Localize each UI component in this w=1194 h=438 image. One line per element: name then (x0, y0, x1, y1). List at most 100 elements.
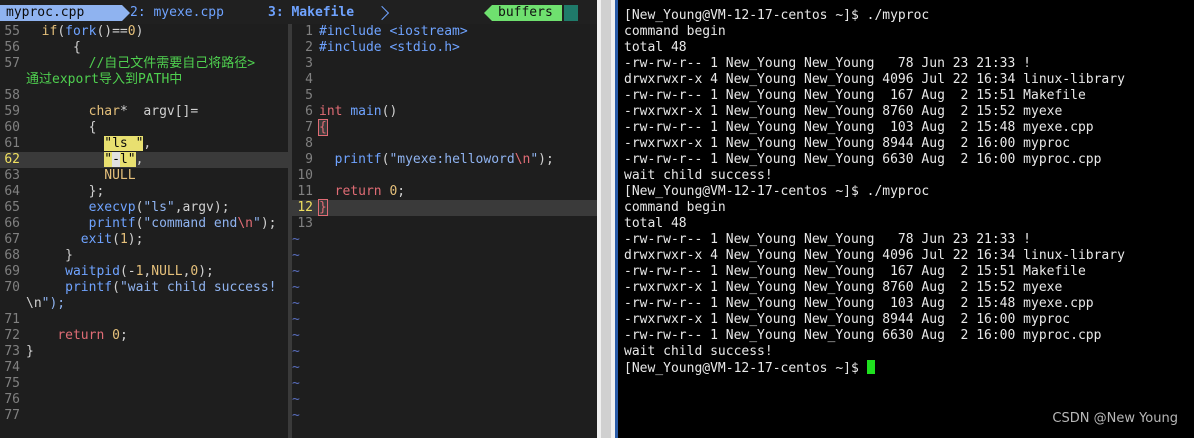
terminal-line: wait child success! (624, 168, 773, 183)
scrollbar[interactable] (601, 0, 611, 438)
empty-line-tilde: ~ (292, 296, 300, 311)
cursor-line-highlight (292, 200, 597, 216)
code-line: 75 (0, 376, 26, 392)
empty-line-tilde: ~ (292, 264, 300, 279)
code-line: 2 #include <stdio.h> (292, 40, 460, 56)
code-text: int main() (319, 104, 398, 119)
code-text: }; (26, 184, 105, 199)
empty-line-tilde: ~ (292, 328, 300, 343)
terminal-prompt[interactable]: [New_Young@VM-12-17-centos ~]$ (624, 360, 875, 376)
code-line: 69 waitpid(-1,NULL,0); (0, 264, 214, 280)
code-line: 55 if(fork()==0) (0, 24, 143, 40)
line-number: 13 (297, 216, 313, 231)
code-text: \n"); (26, 296, 66, 311)
code-line: 57 //自己文件需要自己将路径> (0, 56, 255, 72)
vim-tabline: myproc.cpp 2: myexe.cpp 3: Makefile buff… (0, 0, 597, 24)
line-number: 58 (4, 88, 20, 103)
code-line: 74 (0, 360, 26, 376)
code-line: 61 "ls ", (0, 136, 151, 152)
code-text: waitpid(-1,NULL,0); (65, 264, 214, 279)
line-number: 68 (4, 248, 20, 263)
code-line: 77 (0, 408, 26, 424)
prompt-text: [New_Young@VM-12-17-centos ~]$ (624, 361, 867, 376)
line-number: 59 (4, 104, 20, 119)
line-number: 62 (4, 152, 20, 167)
terminal-line: drwxrwxr-x 4 New_Young New_Young 4096 Ju… (624, 72, 1125, 87)
code-line: 4 (292, 72, 319, 88)
line-number: 7 (305, 120, 313, 135)
code-line: 1 #include <iostream> (292, 24, 468, 40)
code-text: char* argv[]= (88, 104, 199, 119)
empty-line-tilde: ~ (292, 312, 300, 327)
buffers-label[interactable]: buffers (492, 5, 562, 21)
line-number: 61 (4, 136, 20, 151)
terminal-line: -rw-rw-r-- 1 New_Young New_Young 6630 Au… (624, 152, 1102, 167)
line-number: 3 (305, 56, 313, 71)
code-line: \n"); (0, 296, 65, 312)
line-number: 64 (4, 184, 20, 199)
terminal-cursor-icon (866, 360, 875, 374)
terminal-line: total 48 (624, 216, 687, 231)
code-line: 64 }; (0, 184, 104, 200)
line-number: 11 (297, 184, 313, 199)
code-text: return 0; (334, 184, 406, 199)
code-text: { (26, 40, 81, 55)
terminal-line: total 48 (624, 40, 687, 55)
terminal-line: -rw-rw-r-- 1 New_Young New_Young 167 Aug… (624, 88, 1086, 103)
terminal-line: -rwxrwxr-x 1 New_Young New_Young 8760 Au… (624, 104, 1063, 119)
terminal-line: wait child success! (624, 344, 773, 359)
code-text: printf("command end\n"); (88, 216, 277, 231)
terminal-line: -rw-rw-r-- 1 New_Young New_Young 103 Aug… (624, 120, 1094, 135)
code-line: 7{ (292, 119, 328, 136)
code-text: exit(1); (80, 232, 144, 247)
line-number: 63 (4, 168, 20, 183)
code-text: 通过export导入到PATH中 (26, 72, 183, 87)
tab-myproc-cpp[interactable]: myproc.cpp (0, 5, 122, 21)
tab-active-arrow-icon (122, 5, 130, 21)
code-text: { (318, 119, 328, 136)
code-line: 73} (0, 344, 33, 360)
code-line: 71 (0, 312, 26, 328)
tab-makefile[interactable]: 3: Makefile (268, 5, 354, 21)
vim-editor[interactable]: myproc.cpp 2: myexe.cpp 3: Makefile buff… (0, 0, 597, 438)
line-number: 4 (305, 72, 313, 87)
chevron-right-icon (374, 5, 390, 21)
code-line: 11 return 0; (292, 184, 405, 200)
code-line: 60 { (0, 120, 96, 136)
code-text: NULL (104, 168, 136, 183)
terminal-line: command begin (624, 200, 726, 215)
code-line: 65 execvp("ls",argv); (0, 200, 229, 216)
line-number: 8 (305, 136, 313, 151)
empty-line-tilde: ~ (292, 408, 300, 423)
code-line: 10 (292, 168, 319, 184)
code-line: 6 int main() (292, 104, 397, 120)
code-text: } (318, 199, 328, 216)
code-text: //自己文件需要自己将路径> (26, 56, 256, 71)
terminal-line: -rw-rw-r-- 1 New_Young New_Young 167 Aug… (624, 264, 1086, 279)
terminal-line: drwxrwxr-x 4 New_Young New_Young 4096 Ju… (624, 248, 1125, 263)
screen: myproc.cpp 2: myexe.cpp 3: Makefile buff… (0, 0, 1194, 438)
line-number: 56 (4, 40, 20, 55)
empty-line-tilde: ~ (292, 280, 300, 295)
line-number: 75 (4, 376, 20, 391)
code-text: #include <iostream> (319, 24, 468, 39)
empty-line-tilde: ~ (292, 248, 300, 263)
terminal-line: -rw-rw-r-- 1 New_Young New_Young 78 Jun … (624, 56, 1031, 71)
code-line: 9 printf("myexe:helloword\n"); (292, 152, 554, 168)
editor-pane-myexe[interactable]: 1 #include <iostream> 2 #include <stdio.h> 3… (292, 24, 597, 438)
code-text: printf("wait child success! (65, 280, 277, 295)
empty-line-tilde: ~ (292, 376, 300, 391)
terminal-line: -rwxrwxr-x 1 New_Young New_Young 8760 Au… (624, 280, 1063, 295)
line-number: 67 (4, 232, 20, 247)
editor-pane-myproc[interactable]: 55 if(fork()==0) 56 {57 //自己文件需要自己将路径> 通过e… (0, 24, 288, 438)
terminal-window[interactable]: CSDN @New Young [New_Young@VM-12-17-cent… (615, 0, 1194, 438)
terminal-line: [New_Young@VM-12-17-centos ~]$ ./myproc (624, 8, 930, 23)
code-line: 通过export导入到PATH中 (0, 72, 182, 88)
line-number: 70 (4, 280, 20, 295)
code-line: 76 (0, 392, 26, 408)
line-number: 60 (4, 120, 20, 135)
line-number: 12 (297, 200, 313, 215)
tab-myexe-cpp[interactable]: 2: myexe.cpp (130, 5, 224, 21)
code-line: 66 printf("command end\n"); (0, 216, 276, 232)
code-line: 5 (292, 88, 319, 104)
